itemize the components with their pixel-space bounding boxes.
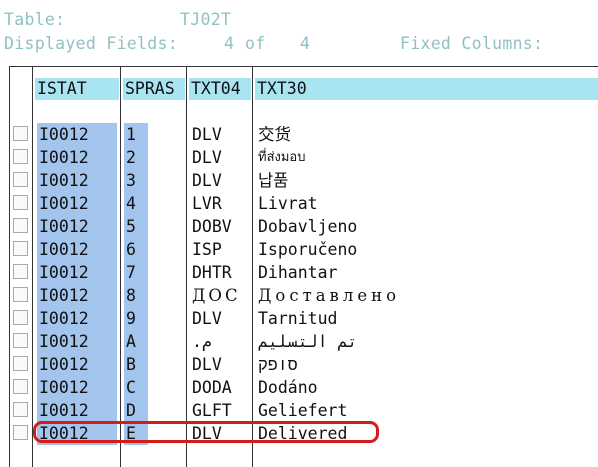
row-select-checkbox[interactable]	[13, 126, 28, 141]
column-header-spras[interactable]: SPRAS	[123, 78, 185, 100]
table-row[interactable]: I0012 C DODA Dodáno	[10, 376, 598, 399]
table-row[interactable]: I0012 D GLFT Geliefert	[10, 399, 598, 422]
row-select-checkbox[interactable]	[13, 241, 28, 256]
cell-txt04[interactable]: DODA	[192, 376, 232, 399]
cell-txt30[interactable]: Geliefert	[258, 399, 588, 422]
table-row[interactable]: I0012 A م. تم التسليم	[10, 330, 598, 353]
cell-txt30[interactable]: Tarnitud	[258, 307, 588, 330]
table-row[interactable]: I0012 7 DHTR Dihantar	[10, 261, 598, 284]
table-name: TJ02T	[180, 10, 232, 29]
cell-txt30[interactable]: Livrat	[258, 192, 588, 215]
cell-txt30[interactable]: ที่ส่งมอบ	[258, 146, 588, 169]
cell-txt30[interactable]: סופק	[258, 353, 308, 376]
cell-txt30[interactable]: Dobavljeno	[258, 215, 588, 238]
table-row[interactable]: I0012 5 DOBV Dobavljeno	[10, 215, 598, 238]
displayed-fields-label: Displayed Fields:	[4, 34, 178, 53]
row-select-checkbox[interactable]	[13, 172, 28, 187]
cell-txt04[interactable]: GLFT	[192, 399, 232, 422]
highlighted-row-outline	[33, 421, 379, 443]
cell-txt30[interactable]: Isporučeno	[258, 238, 588, 261]
displayed-fields-total: 4	[300, 34, 311, 53]
fixed-columns-label: Fixed Columns:	[400, 34, 544, 53]
row-select-checkbox[interactable]	[13, 425, 28, 440]
row-select-checkbox[interactable]	[13, 356, 28, 371]
column-header-txt30[interactable]: TXT30	[255, 78, 598, 100]
cell-txt30[interactable]: Dodáno	[258, 376, 588, 399]
cell-txt04[interactable]: ДОС	[192, 284, 241, 307]
table-row[interactable]: I0012 8 ДОС Доставлено	[10, 284, 598, 307]
cell-istat[interactable]: I0012	[37, 215, 117, 238]
cell-txt30[interactable]: Dihantar	[258, 261, 588, 284]
cell-txt04[interactable]: م.	[192, 330, 212, 353]
table-row[interactable]: I0012 4 LVR Livrat	[10, 192, 598, 215]
table-row[interactable]: I0012 2 DLV ที่ส่งมอบ	[10, 146, 598, 169]
row-select-checkbox[interactable]	[13, 264, 28, 279]
column-header-txt04[interactable]: TXT04	[189, 78, 251, 100]
cell-spras[interactable]: B	[124, 353, 148, 376]
cell-istat[interactable]: I0012	[37, 353, 117, 376]
row-select-checkbox[interactable]	[13, 379, 28, 394]
row-select-checkbox[interactable]	[13, 310, 28, 325]
row-select-checkbox[interactable]	[13, 218, 28, 233]
cell-txt04[interactable]: DLV	[192, 146, 222, 169]
row-select-checkbox[interactable]	[13, 402, 28, 417]
row-select-checkbox[interactable]	[13, 287, 28, 302]
cell-spras[interactable]: 6	[124, 238, 148, 261]
cell-spras[interactable]: D	[124, 399, 148, 422]
cell-txt04[interactable]: DLV	[192, 169, 222, 192]
row-select-checkbox[interactable]	[13, 149, 28, 164]
cell-istat[interactable]: I0012	[37, 261, 117, 284]
cell-istat[interactable]: I0012	[37, 238, 117, 261]
cell-txt04[interactable]: ISP	[192, 238, 222, 261]
cell-spras[interactable]: 3	[124, 169, 148, 192]
cell-istat[interactable]: I0012	[37, 169, 117, 192]
cell-istat[interactable]: I0012	[37, 192, 117, 215]
cell-istat[interactable]: I0012	[37, 123, 117, 146]
cell-spras[interactable]: 1	[124, 123, 148, 146]
cell-txt04[interactable]: DOBV	[192, 215, 232, 238]
table-row[interactable]: I0012 3 DLV 납품	[10, 169, 598, 192]
cell-istat[interactable]: I0012	[37, 284, 117, 307]
table-label: Table:	[4, 10, 66, 29]
displayed-fields-count: 4	[224, 34, 235, 53]
row-select-checkbox[interactable]	[13, 195, 28, 210]
table-row[interactable]: I0012 9 DLV Tarnitud	[10, 307, 598, 330]
cell-istat[interactable]: I0012	[37, 330, 117, 353]
cell-txt04[interactable]: DLV	[192, 123, 222, 146]
table-row[interactable]: I0012 1 DLV 交货	[10, 123, 598, 146]
cell-istat[interactable]: I0012	[37, 146, 117, 169]
cell-istat[interactable]: I0012	[37, 376, 117, 399]
cell-spras[interactable]: 5	[124, 215, 148, 238]
data-table: ISTAT SPRAS TXT04 TXT30 I0012 1 DLV 交货 I…	[9, 66, 598, 467]
row-select-checkbox[interactable]	[13, 333, 28, 348]
cell-spras[interactable]: 8	[124, 284, 148, 307]
cell-spras[interactable]: 9	[124, 307, 148, 330]
table-row[interactable]: I0012 B DLV סופק	[10, 353, 598, 376]
cell-istat[interactable]: I0012	[37, 399, 117, 422]
cell-txt04[interactable]: LVR	[192, 192, 222, 215]
cell-spras[interactable]: 4	[124, 192, 148, 215]
cell-txt04[interactable]: DLV	[192, 353, 222, 376]
cell-txt30[interactable]: 交货	[258, 123, 588, 146]
cell-txt30[interactable]: Доставлено	[258, 284, 588, 307]
cell-txt30[interactable]: 납품	[258, 169, 588, 192]
cell-txt04[interactable]: DLV	[192, 307, 222, 330]
cell-txt30[interactable]: تم التسليم	[258, 330, 388, 353]
cell-spras[interactable]: C	[124, 376, 148, 399]
cell-txt04[interactable]: DHTR	[192, 261, 232, 284]
cell-spras[interactable]: 7	[124, 261, 148, 284]
table-row[interactable]: I0012 6 ISP Isporučeno	[10, 238, 598, 261]
displayed-fields-of: of	[245, 34, 266, 53]
column-header-istat[interactable]: ISTAT	[35, 78, 119, 100]
cell-spras[interactable]: A	[124, 330, 148, 353]
cell-istat[interactable]: I0012	[37, 307, 117, 330]
cell-spras[interactable]: 2	[124, 146, 148, 169]
